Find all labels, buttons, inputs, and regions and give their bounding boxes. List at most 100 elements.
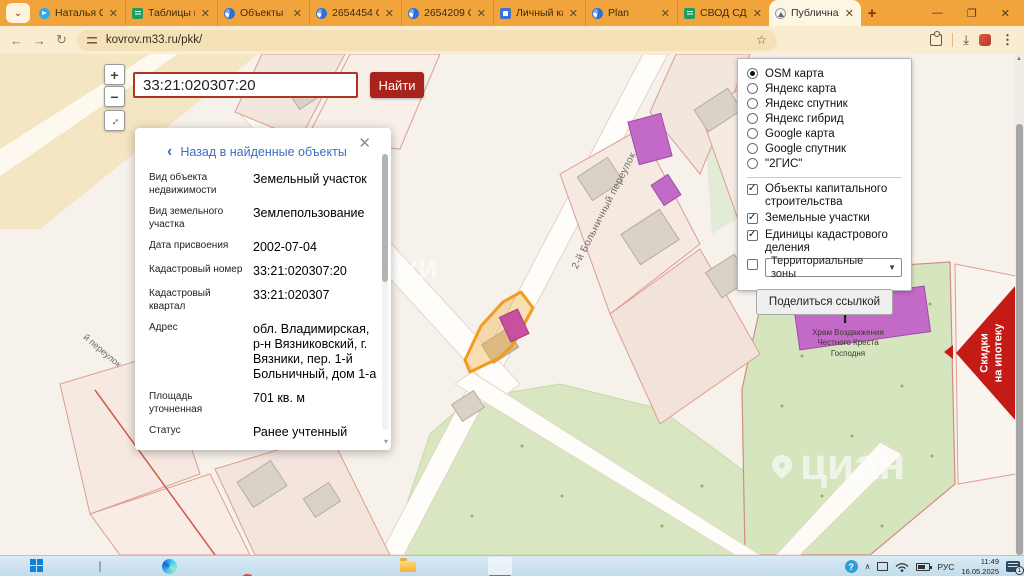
url-text[interactable]: kovrov.m33.ru/pkk/	[106, 34, 749, 46]
base-layer-option[interactable]: Яндекс гибрид	[747, 111, 902, 126]
close-tab-icon[interactable]: ✕	[108, 7, 119, 20]
territorial-zones-select[interactable]: Территориальные зоны ▼	[765, 258, 902, 277]
overlay-option[interactable]: Земельные участки	[747, 212, 902, 225]
edge-icon[interactable]	[162, 559, 177, 574]
close-tab-icon[interactable]: ✕	[292, 7, 303, 20]
tab-plan[interactable]: Plan ✕	[585, 0, 677, 26]
tab-label: СВОД СДИ (1)	[700, 7, 747, 19]
radio-icon[interactable]	[747, 113, 758, 124]
base-layer-option[interactable]: "2ГИС"	[747, 156, 902, 171]
start-button[interactable]	[30, 559, 43, 572]
notification-center-icon[interactable]: 1	[1006, 561, 1020, 572]
fullscreen-button[interactable]: ↔	[104, 110, 125, 131]
close-window-button[interactable]: ✕	[1001, 7, 1010, 20]
radio-icon[interactable]	[747, 128, 758, 139]
base-layer-option[interactable]: Google карта	[747, 126, 902, 141]
radio-icon[interactable]	[747, 83, 758, 94]
reload-button[interactable]: ↻	[56, 32, 67, 48]
checkbox-checked-icon[interactable]	[747, 213, 758, 224]
back-to-results-link[interactable]: ‹ Назад в найденные объекты	[167, 144, 377, 160]
info-row: Кадастровый номер33:21:020307:20	[149, 264, 377, 279]
browser-menu-icon[interactable]: ⋮	[1001, 32, 1014, 48]
file-explorer-icon[interactable]	[400, 561, 416, 572]
language-indicator[interactable]: РУС	[937, 562, 954, 572]
search-button[interactable]: Найти	[370, 72, 424, 98]
scrollbar-up-icon[interactable]: ▲	[1016, 56, 1022, 62]
zoom-in-button[interactable]: +	[104, 64, 125, 85]
back-button[interactable]: ←	[10, 33, 23, 48]
close-tab-icon[interactable]: ✕	[476, 7, 487, 20]
radio-selected-icon[interactable]	[747, 68, 758, 79]
base-layer-option[interactable]: Google спутник	[747, 141, 902, 156]
scroll-down-arrow-icon[interactable]: ▾	[384, 437, 388, 446]
site-info-icon[interactable]	[87, 35, 99, 45]
checkbox-unchecked-icon[interactable]	[747, 259, 758, 270]
close-tab-icon[interactable]: ✕	[844, 7, 855, 20]
minimize-button[interactable]: —	[932, 7, 943, 19]
church-label: Храм Воздвижения Честного Креста Господн…	[806, 328, 890, 359]
help-tray-icon[interactable]: ?	[845, 560, 858, 573]
battery-icon[interactable]	[916, 563, 930, 571]
info-row: Вид объекта недвижимостиЗемельный участо…	[149, 172, 377, 197]
tab-search-button[interactable]: ⌄	[6, 3, 30, 23]
new-tab-button[interactable]: +	[861, 5, 883, 22]
overlay-option[interactable]: Единицы кадастрового деления	[747, 229, 902, 255]
tab-svod-sdi[interactable]: СВОД СДИ (1) ✕	[677, 0, 769, 26]
parcel-info-panel: ✕ ‹ Назад в найденные объекты Вид объект…	[135, 128, 391, 450]
tab-label: Наталья Сели	[55, 7, 103, 19]
wifi-icon[interactable]	[895, 562, 909, 572]
url-omnibox[interactable]: kovrov.m33.ru/pkk/ ☆	[77, 30, 777, 51]
tab-label: Объекты	[240, 7, 287, 19]
search-input[interactable]	[133, 72, 358, 98]
base-layer-option[interactable]: OSM карта	[747, 66, 902, 81]
cadastral-map[interactable]: 2-й Больничный переулок й переулок Храм …	[0, 54, 1024, 555]
map-pin-icon	[768, 451, 796, 479]
overlay-option[interactable]: Объекты капитального строительства	[747, 183, 902, 209]
tab-telegram[interactable]: Наталья Сели ✕	[33, 0, 125, 26]
radio-icon[interactable]	[747, 158, 758, 169]
egrn-icon	[592, 8, 603, 19]
promo-arrow-icon	[944, 345, 953, 359]
checkbox-checked-icon[interactable]	[747, 230, 758, 241]
extensions-puzzle-icon[interactable]	[930, 34, 942, 46]
tab-personal-account[interactable]: Личный каби✕	[493, 0, 585, 26]
tab-label: Plan	[608, 7, 655, 19]
base-layer-option[interactable]: Яндекс спутник	[747, 96, 902, 111]
close-tab-icon[interactable]: ✕	[568, 7, 579, 20]
info-row: Адресобл. Владимирская, р-н Вязниковский…	[149, 322, 377, 382]
close-tab-icon[interactable]: ✕	[384, 7, 395, 20]
watermark-cian: циан	[772, 440, 905, 490]
maximize-button[interactable]: ❐	[967, 7, 977, 20]
bookmark-star-icon[interactable]: ☆	[756, 33, 767, 47]
panel-scrollbar-thumb[interactable]	[382, 154, 388, 282]
tab-public-cadastral-map[interactable]: Публичная ка ✕	[769, 0, 861, 26]
zones-option[interactable]: Территориальные зоны ▼	[747, 258, 902, 277]
share-link-button[interactable]: Поделиться ссылкой	[756, 289, 893, 315]
panel-scrollbar[interactable]	[382, 154, 388, 430]
downloads-icon[interactable]: ⤓	[963, 32, 969, 48]
radio-icon[interactable]	[747, 143, 758, 154]
clock[interactable]: 11:49 16.05.2025	[961, 557, 999, 576]
close-icon[interactable]: ✕	[358, 134, 371, 152]
tab-object-2654209[interactable]: 2654209 Объ✕	[401, 0, 493, 26]
tray-expand-icon[interactable]: ∧	[865, 562, 871, 571]
window-tray-icon[interactable]	[877, 562, 888, 571]
page-scrollbar-thumb[interactable]	[1016, 124, 1023, 555]
close-tab-icon[interactable]: ✕	[200, 7, 211, 20]
tab-label: Публичная ка	[791, 7, 839, 19]
radio-icon[interactable]	[747, 98, 758, 109]
base-layer-option[interactable]: Яндекс карта	[747, 81, 902, 96]
tab-object-2654454[interactable]: 2654454 Объ ✕	[309, 0, 401, 26]
page-scrollbar[interactable]: ▲	[1015, 54, 1024, 555]
forward-button[interactable]: →	[33, 33, 46, 48]
extension-badge-icon[interactable]	[979, 34, 991, 46]
system-tray: ? ∧ РУС 11:49 16.05.2025 1	[845, 556, 1020, 576]
tab-sheets[interactable]: Таблицы по п✕	[125, 0, 217, 26]
tab-objects[interactable]: Объекты ✕	[217, 0, 309, 26]
tab-label: 2654454 Объ	[332, 7, 379, 19]
close-tab-icon[interactable]: ✕	[752, 7, 763, 20]
close-tab-icon[interactable]: ✕	[660, 7, 671, 20]
zoom-out-button[interactable]: −	[104, 86, 125, 107]
checkbox-checked-icon[interactable]	[747, 184, 758, 195]
info-row: Дата присвоения2002-07-04	[149, 240, 377, 255]
